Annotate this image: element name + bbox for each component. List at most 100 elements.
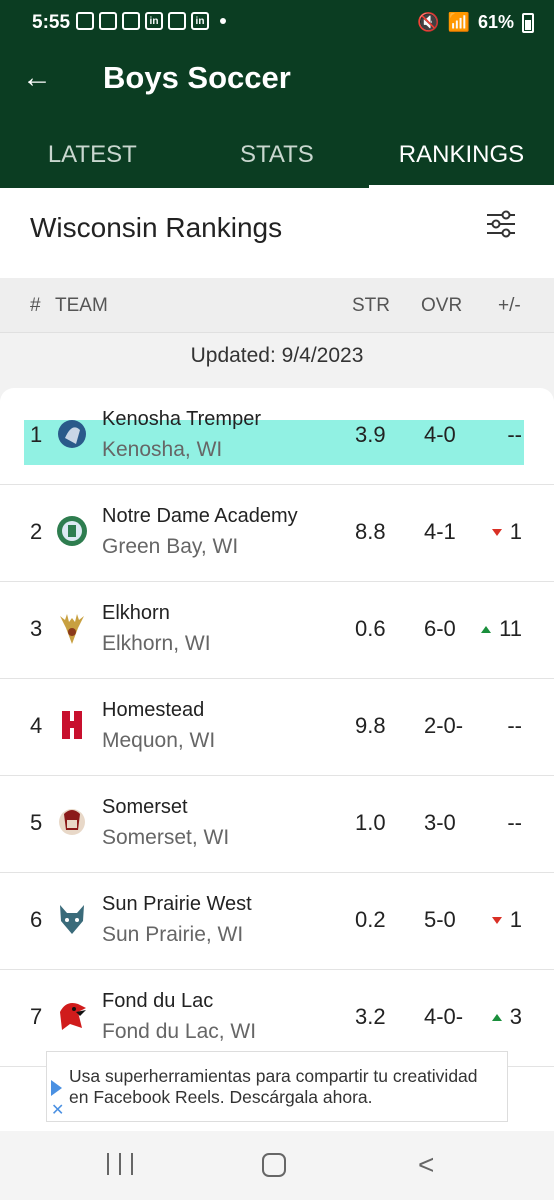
rank-change-value: 1 (509, 907, 522, 932)
team-ovr: 5-0 (424, 907, 456, 932)
close-icon[interactable]: ✕ (51, 1100, 64, 1120)
more-notifications-dot (220, 18, 226, 24)
team-logo-icon (59, 809, 85, 835)
col-str[interactable]: STR (352, 295, 390, 317)
team-ovr: 6-0 (424, 616, 456, 641)
team-name: Fond du Lac (102, 990, 214, 1012)
android-nav-bar: < (0, 1131, 554, 1200)
team-ovr: 3-0 (424, 810, 456, 835)
team-location: Green Bay, WI (102, 535, 239, 558)
rank-number: 1 (30, 422, 43, 447)
column-header: # TEAM STR OVR +/- (0, 278, 554, 333)
col-team: TEAM (55, 295, 108, 316)
rank-change-value: 1 (509, 519, 522, 544)
rank-change: -- (507, 422, 522, 448)
filter-icon[interactable] (486, 210, 516, 238)
team-logo-icon (62, 711, 82, 739)
rank-change: 1 (491, 519, 522, 545)
team-str: 0.2 (355, 907, 386, 932)
team-name: Notre Dame Academy (102, 505, 298, 527)
linkedin-icon: in (145, 12, 163, 30)
app-header: 5:55 in in 🔇 📶 61% ← Boys Soccer LATEST … (0, 0, 554, 188)
rank-number: 2 (30, 519, 43, 544)
col-ovr[interactable]: OVR (421, 295, 462, 317)
notification-icon (76, 12, 94, 30)
team-location: Somerset, WI (102, 826, 230, 849)
col-change[interactable]: +/- (498, 295, 521, 317)
system-status: 🔇 📶 61% (417, 12, 534, 33)
ranking-row[interactable]: 1 Kenosha Tremper Kenosha, WI 3.9 4-0 -- (0, 388, 554, 485)
home-button[interactable] (262, 1153, 286, 1177)
team-name: Kenosha Tremper (102, 408, 261, 430)
team-logo-icon (60, 905, 84, 934)
trend-up-icon (491, 1013, 502, 1021)
updated-date: Updated: 9/4/2023 (190, 344, 364, 367)
rank-change-value: 11 (499, 616, 522, 641)
rankings-list: 1 Kenosha Tremper Kenosha, WI 3.9 4-0 --… (0, 388, 554, 1148)
team-name: Elkhorn (102, 602, 170, 624)
rank-change: -- (507, 810, 522, 836)
linkedin-icon: in (191, 12, 209, 30)
notification-icon (168, 12, 186, 30)
battery-label: 61% (477, 12, 514, 32)
ranking-row[interactable]: 6 Sun Prairie West Sun Prairie, WI 0.2 5… (0, 873, 554, 970)
recent-apps-button[interactable] (107, 1153, 133, 1175)
team-str: 1.0 (355, 810, 386, 835)
rank-number: 5 (30, 810, 43, 835)
rank-number: 4 (30, 713, 43, 738)
ranking-row[interactable]: 5 Somerset Somerset, WI 1.0 3-0 -- (0, 776, 554, 873)
notification-icons: in in (76, 12, 226, 30)
team-location: Mequon, WI (102, 729, 216, 752)
team-location: Sun Prairie, WI (102, 923, 244, 946)
team-logo-icon (57, 516, 87, 546)
trend-up-icon (481, 625, 492, 633)
notification-icon (122, 12, 140, 30)
col-rank: # (30, 295, 41, 316)
rank-change-value: 3 (509, 1004, 522, 1029)
notification-icon (99, 12, 117, 30)
rank-change: 3 (491, 1004, 522, 1030)
team-str: 8.8 (355, 519, 386, 544)
team-str: 9.8 (355, 713, 386, 738)
team-location: Fond du Lac, WI (102, 1020, 257, 1043)
rank-change-value: -- (507, 713, 522, 738)
team-str: 3.2 (355, 1004, 386, 1029)
back-button[interactable]: ← (22, 58, 62, 98)
rank-change-value: -- (507, 422, 522, 447)
team-logo-icon (60, 614, 84, 644)
tab-bar: LATEST STATS RANKINGS (0, 128, 554, 188)
team-name: Somerset (102, 796, 188, 818)
team-location: Kenosha, WI (102, 438, 223, 461)
team-str: 3.9 (355, 422, 386, 447)
team-ovr: 4-0 (424, 422, 456, 447)
trend-down-icon (491, 528, 502, 536)
ad-banner[interactable]: ✕ Usa superherramientas para compartir t… (46, 1051, 508, 1122)
rankings-subheader: Wisconsin Rankings (0, 188, 554, 278)
tab-latest[interactable]: LATEST (0, 128, 185, 188)
team-name: Homestead (102, 699, 205, 721)
team-location: Elkhorn, WI (102, 632, 211, 655)
team-logo-icon (60, 1003, 86, 1030)
rank-change-value: -- (507, 810, 522, 835)
ad-choices-icon[interactable] (51, 1080, 62, 1096)
ranking-row[interactable]: 4 Homestead Mequon, WI 9.8 2-0- -- (0, 679, 554, 776)
status-bar: 5:55 in in 🔇 📶 61% (0, 0, 554, 48)
team-name: Sun Prairie West (102, 893, 252, 915)
rank-number: 3 (30, 616, 43, 641)
tab-rankings[interactable]: RANKINGS (369, 128, 554, 188)
ranking-row[interactable]: 2 Notre Dame Academy Green Bay, WI 8.8 4… (0, 485, 554, 582)
trend-down-icon (491, 916, 502, 924)
team-logo-icon (58, 420, 86, 448)
rank-change: 11 (481, 616, 522, 642)
team-ovr: 4-0- (424, 1004, 464, 1029)
team-ovr: 4-1 (424, 519, 456, 544)
rank-change: -- (507, 713, 522, 739)
ad-text: Usa superherramientas para compartir tu … (69, 1066, 478, 1107)
rankings-title: Wisconsin Rankings (30, 212, 283, 243)
wifi-icon: 📶 (447, 12, 470, 32)
rank-number: 6 (30, 907, 43, 932)
team-ovr: 2-0- (424, 713, 464, 738)
tab-stats[interactable]: STATS (185, 128, 370, 188)
back-nav-button[interactable]: < (418, 1149, 434, 1181)
ranking-row[interactable]: 3 Elkhorn Elkhorn, WI 0.6 6-0 11 (0, 582, 554, 679)
